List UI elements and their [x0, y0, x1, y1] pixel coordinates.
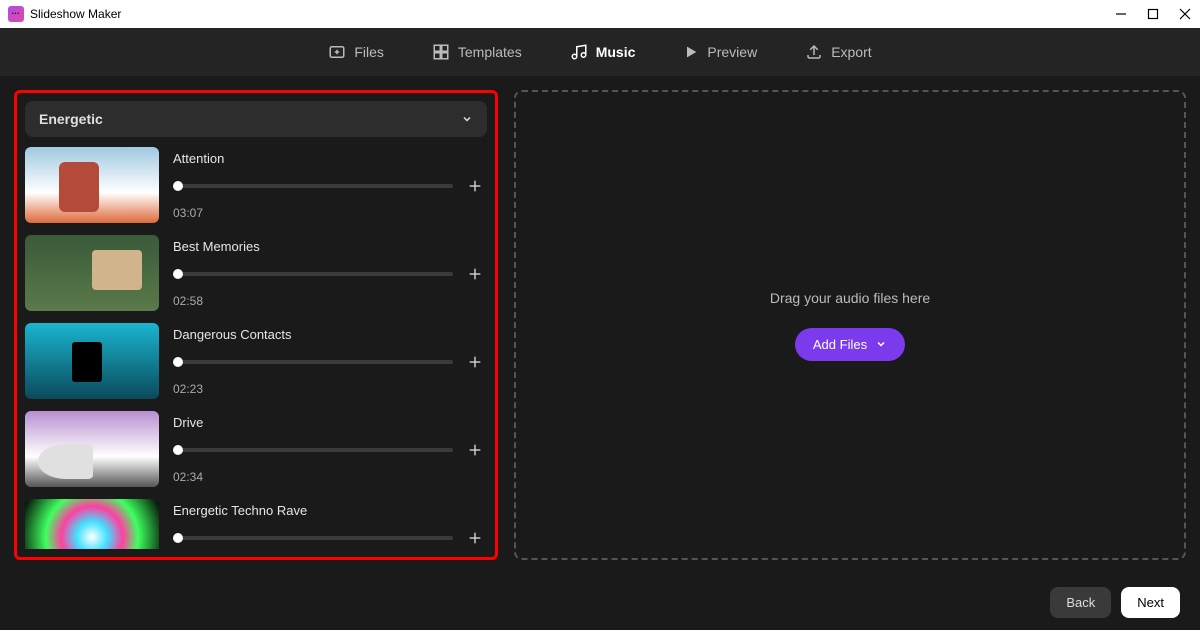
play-icon: [683, 44, 699, 60]
nav-music[interactable]: Music: [570, 43, 636, 61]
track-thumbnail: [25, 499, 159, 549]
track-item[interactable]: Attention 03:07: [25, 147, 487, 223]
track-thumbnail: [25, 147, 159, 223]
app-title: Slideshow Maker: [30, 7, 121, 21]
track-thumbnail: [25, 411, 159, 487]
plus-icon: [467, 442, 483, 458]
nav-templates[interactable]: Templates: [432, 43, 522, 61]
track-duration: 02:34: [173, 470, 487, 484]
add-files-button[interactable]: Add Files: [795, 328, 905, 361]
add-track-button[interactable]: [463, 174, 487, 198]
track-duration: 02:23: [173, 382, 487, 396]
track-item[interactable]: Dangerous Contacts 02:23: [25, 323, 487, 399]
nav-preview[interactable]: Preview: [683, 44, 757, 60]
export-icon: [805, 43, 823, 61]
files-icon: [328, 43, 346, 61]
track-title: Energetic Techno Rave: [173, 503, 487, 518]
track-item[interactable]: Energetic Techno Rave 02:14: [25, 499, 487, 549]
chevron-down-icon: [461, 113, 473, 125]
templates-icon: [432, 43, 450, 61]
plus-icon: [467, 530, 483, 546]
plus-icon: [467, 178, 483, 194]
track-progress[interactable]: [173, 272, 453, 276]
track-progress[interactable]: [173, 536, 453, 540]
track-item[interactable]: Best Memories 02:58: [25, 235, 487, 311]
add-track-button[interactable]: [463, 350, 487, 374]
track-title: Drive: [173, 415, 487, 430]
audio-dropzone[interactable]: Drag your audio files here Add Files: [514, 90, 1186, 560]
nav-files-label: Files: [354, 44, 384, 60]
nav-files[interactable]: Files: [328, 43, 384, 61]
add-track-button[interactable]: [463, 262, 487, 286]
music-library-panel: Energetic Attention 03:07: [14, 90, 498, 560]
top-nav: Files Templates Music Preview Export: [0, 28, 1200, 76]
track-duration: 03:07: [173, 206, 487, 220]
track-thumbnail: [25, 323, 159, 399]
track-title: Attention: [173, 151, 487, 166]
window-titlebar: Slideshow Maker: [0, 0, 1200, 28]
nav-export-label: Export: [831, 44, 871, 60]
nav-preview-label: Preview: [707, 44, 757, 60]
app-icon: [8, 6, 24, 22]
add-track-button[interactable]: [463, 526, 487, 550]
back-button[interactable]: Back: [1050, 587, 1111, 618]
track-duration: 02:58: [173, 294, 487, 308]
plus-icon: [467, 266, 483, 282]
category-dropdown[interactable]: Energetic: [25, 101, 487, 137]
music-icon: [570, 43, 588, 61]
category-label: Energetic: [39, 111, 103, 127]
track-progress[interactable]: [173, 184, 453, 188]
nav-templates-label: Templates: [458, 44, 522, 60]
nav-music-label: Music: [596, 44, 636, 60]
chevron-down-icon: [875, 338, 887, 350]
track-title: Dangerous Contacts: [173, 327, 487, 342]
window-maximize-button[interactable]: [1146, 7, 1160, 21]
next-button[interactable]: Next: [1121, 587, 1180, 618]
add-files-label: Add Files: [813, 337, 867, 352]
nav-export[interactable]: Export: [805, 43, 871, 61]
track-title: Best Memories: [173, 239, 487, 254]
plus-icon: [467, 354, 483, 370]
dropzone-hint: Drag your audio files here: [770, 290, 930, 306]
track-thumbnail: [25, 235, 159, 311]
track-progress[interactable]: [173, 448, 453, 452]
track-item[interactable]: Drive 02:34: [25, 411, 487, 487]
track-progress[interactable]: [173, 360, 453, 364]
window-close-button[interactable]: [1178, 7, 1192, 21]
footer-bar: Back Next: [0, 574, 1200, 630]
window-minimize-button[interactable]: [1114, 7, 1128, 21]
add-track-button[interactable]: [463, 438, 487, 462]
